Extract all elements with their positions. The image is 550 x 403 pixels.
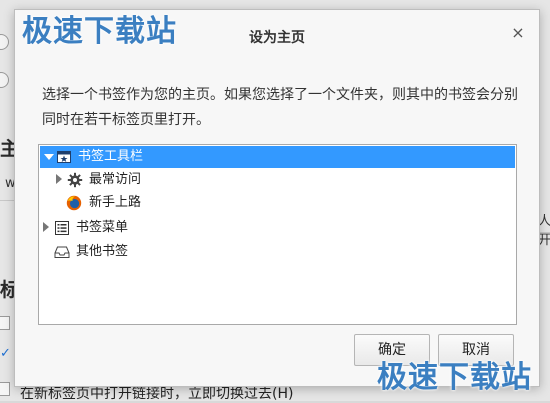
tree-item-other-bookmarks[interactable]: 其他书签 (40, 241, 515, 263)
collapsed-triangle-icon[interactable] (43, 222, 49, 232)
expand-triangle-icon[interactable] (44, 154, 54, 160)
watermark-logo: 极速下载站 (22, 14, 177, 49)
background-checkmark-icon: ✓ (0, 346, 11, 361)
background-checkbox (0, 316, 10, 330)
tree-item-label: 书签菜单 (76, 220, 129, 235)
watermark-logo: 极速下载站 (377, 360, 532, 395)
background-radio (0, 72, 9, 88)
tree-item-label: 其他书签 (76, 244, 129, 259)
tree-item-getting-started[interactable]: 新手上路 (40, 192, 515, 214)
bookmarks-menu-icon (54, 220, 70, 236)
close-button[interactable]: × (509, 24, 527, 42)
set-homepage-dialog: 设为主页 × 选择一个书签作为您的主页。如果您选择了一个文件夹，则其中的书签会分… (14, 9, 540, 387)
tree-item-label: 最常访问 (89, 172, 142, 187)
bookmark-tree[interactable]: 书签工具栏 最常访问 新手上路 书签菜单 其他书签 (38, 144, 517, 325)
tree-item-bookmarks-toolbar[interactable]: 书签工具栏 (40, 146, 515, 168)
dialog-description: 选择一个书签作为您的主页。如果您选择了一个文件夹，则其中的书签会分别同时在若干标… (42, 87, 518, 128)
gear-icon (67, 172, 83, 188)
background-radio (0, 34, 9, 50)
tree-item-most-visited[interactable]: 最常访问 (40, 169, 515, 191)
background-divider (0, 200, 14, 201)
tree-item-bookmarks-menu[interactable]: 书签菜单 (40, 217, 515, 239)
collapsed-triangle-icon[interactable] (56, 174, 62, 184)
firefox-icon (66, 195, 82, 211)
inbox-folder-icon (54, 244, 70, 260)
bookmarks-toolbar-icon (56, 149, 72, 165)
background-checkbox (0, 382, 10, 396)
tree-item-label: 书签工具栏 (78, 149, 144, 164)
tree-item-label: 新手上路 (89, 195, 142, 210)
